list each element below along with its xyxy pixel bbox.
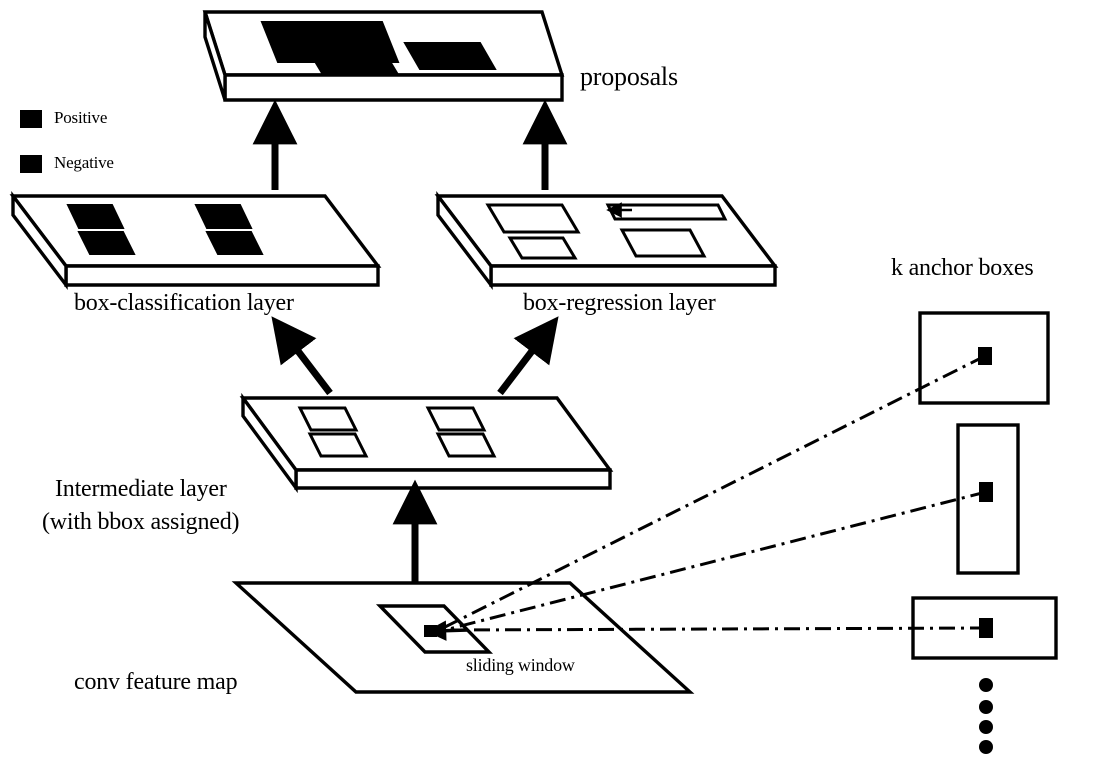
reg-slab-front-face bbox=[489, 264, 777, 287]
label-sliding-window: sliding window bbox=[466, 655, 575, 675]
cls-box-filled bbox=[77, 231, 136, 255]
inter-box-outline bbox=[297, 406, 359, 432]
legend-swatch-positive bbox=[20, 110, 42, 128]
anchor-connector-arrowhead bbox=[425, 620, 469, 641]
label-intermediate-layer-line2: (with bbox assigned) bbox=[42, 509, 240, 535]
conv-feature-map-plane bbox=[231, 581, 695, 694]
inter-slab-top-face bbox=[239, 396, 614, 472]
legend-swatch-negative bbox=[20, 155, 42, 173]
anchor-box-tall bbox=[956, 423, 1020, 575]
label-intermediate-layer-line1: Intermediate layer bbox=[55, 476, 227, 502]
inter-box-outline bbox=[425, 406, 487, 432]
cls-box-filled bbox=[66, 204, 125, 229]
label-proposals: proposals bbox=[580, 62, 678, 91]
cls-box-filled bbox=[194, 204, 253, 229]
reg-box-outline-flat bbox=[605, 203, 728, 221]
ellipsis-dot bbox=[979, 700, 993, 714]
ellipsis-dot bbox=[979, 678, 993, 692]
rpn-diagram-figure: Positive Negative proposals box-classifi… bbox=[0, 0, 1099, 761]
reg-box-outline bbox=[507, 236, 578, 260]
proposals-box-filled bbox=[403, 42, 497, 70]
box-classification-slab bbox=[9, 190, 382, 291]
cls-slab-front-face bbox=[64, 264, 380, 287]
proposals-box-filled bbox=[305, 47, 399, 74]
arrow-inter-to-cls bbox=[271, 316, 333, 396]
diagram-canvas bbox=[9, 10, 1058, 754]
inter-slab-front-face bbox=[294, 468, 612, 490]
ellipsis-dot bbox=[979, 720, 993, 734]
ellipsis-dot bbox=[979, 740, 993, 754]
reg-box-outline bbox=[619, 228, 707, 258]
inter-box-outline bbox=[307, 432, 369, 458]
box-regression-slab bbox=[434, 190, 779, 291]
legend-label-negative: Negative bbox=[54, 153, 114, 172]
label-box-classification-layer: box-classification layer bbox=[74, 290, 294, 316]
arrow-inter-to-reg bbox=[497, 316, 559, 396]
inter-box-outline bbox=[435, 432, 497, 458]
intermediate-slab bbox=[239, 392, 614, 494]
proposals-slab-front-face bbox=[223, 73, 564, 102]
sliding-window-center-marker bbox=[424, 625, 437, 637]
anchor-ellipsis-dots bbox=[979, 678, 993, 754]
label-box-regression-layer: box-regression layer bbox=[523, 290, 716, 316]
cls-box-filled bbox=[205, 231, 264, 255]
label-conv-feature-map: conv feature map bbox=[74, 669, 238, 695]
label-k-anchor-boxes: k anchor boxes bbox=[891, 255, 1034, 281]
proposals-slab bbox=[202, 10, 565, 102]
legend-label-positive: Positive bbox=[54, 108, 108, 127]
reg-box-outline bbox=[485, 203, 581, 234]
